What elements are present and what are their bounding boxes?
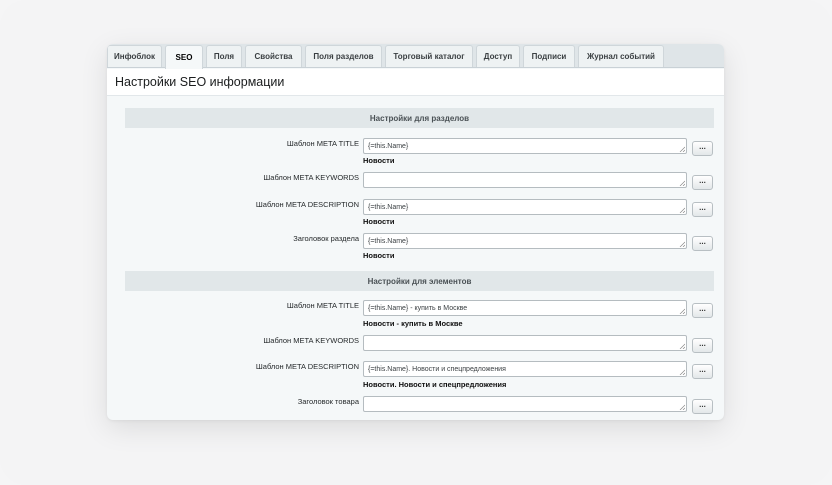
element-meta-keywords-input[interactable] <box>363 335 687 351</box>
tab-properties[interactable]: Свойства <box>245 45 302 67</box>
tab-captions[interactable]: Подписи <box>523 45 575 67</box>
label-element-meta-title: Шаблон META TITLE <box>286 301 359 310</box>
field-value: {=this.Name}. Новости и спецпредложения <box>368 366 506 373</box>
resize-grip-icon[interactable] <box>679 404 685 410</box>
iblock-settings-panel: Инфоблок SEO Поля Свойства Поля разделов… <box>107 44 724 420</box>
section-header-sections: Настройки для разделов <box>125 108 714 128</box>
page-title: Настройки SEO информации <box>115 75 285 89</box>
resize-grip-icon[interactable] <box>679 180 685 186</box>
tab-infoblock[interactable]: Инфоблок <box>107 45 162 67</box>
element-meta-description-insert-button[interactable]: ... <box>692 364 713 379</box>
element-meta-description-preview: Новости. Новости и спецпредложения <box>363 380 507 389</box>
section-header-elements: Настройки для элементов <box>125 271 714 291</box>
resize-grip-icon[interactable] <box>679 207 685 213</box>
resize-grip-icon[interactable] <box>679 369 685 375</box>
section-meta-keywords-insert-button[interactable]: ... <box>692 175 713 190</box>
element-heading-insert-button[interactable]: ... <box>692 399 713 414</box>
label-element-meta-keywords: Шаблон META KEYWORDS <box>263 336 359 345</box>
label-section-heading: Заголовок раздела <box>293 234 359 243</box>
field-value: {=this.Name} <box>368 143 409 150</box>
resize-grip-icon[interactable] <box>679 241 685 247</box>
section-heading-insert-button[interactable]: ... <box>692 236 713 251</box>
page-header: Настройки SEO информации <box>107 69 724 96</box>
field-value: {=this.Name} <box>368 238 409 245</box>
tab-seo[interactable]: SEO <box>165 45 203 69</box>
field-value: {=this.Name} - купить в Москве <box>368 305 468 312</box>
section-meta-keywords-input[interactable] <box>363 172 687 188</box>
resize-grip-icon[interactable] <box>679 343 685 349</box>
tab-section-fields[interactable]: Поля разделов <box>305 45 382 67</box>
label-element-heading: Заголовок товара <box>297 397 359 406</box>
section-meta-title-preview: Новости <box>363 156 395 165</box>
section-meta-title-insert-button[interactable]: ... <box>692 141 713 156</box>
tab-fields[interactable]: Поля <box>206 45 242 67</box>
element-meta-description-input[interactable]: {=this.Name}. Новости и спецпредложения <box>363 361 687 377</box>
section-meta-title-input[interactable]: {=this.Name} <box>363 138 687 154</box>
tab-event-log[interactable]: Журнал событий <box>578 45 664 67</box>
tab-access[interactable]: Доступ <box>476 45 520 67</box>
label-element-meta-description: Шаблон META DESCRIPTION <box>255 362 359 371</box>
label-section-meta-title: Шаблон META TITLE <box>286 139 359 148</box>
section-meta-description-insert-button[interactable]: ... <box>692 202 713 217</box>
element-meta-keywords-insert-button[interactable]: ... <box>692 338 713 353</box>
resize-grip-icon[interactable] <box>679 308 685 314</box>
section-meta-description-input[interactable]: {=this.Name} <box>363 199 687 215</box>
label-section-meta-description: Шаблон META DESCRIPTION <box>255 200 359 209</box>
section-meta-description-preview: Новости <box>363 217 395 226</box>
tab-bar: Инфоблок SEO Поля Свойства Поля разделов… <box>107 44 724 69</box>
tab-trade-catalog[interactable]: Торговый каталог <box>385 45 473 67</box>
resize-grip-icon[interactable] <box>679 146 685 152</box>
element-meta-title-insert-button[interactable]: ... <box>692 303 713 318</box>
label-section-meta-keywords: Шаблон META KEYWORDS <box>263 173 359 182</box>
section-heading-preview: Новости <box>363 251 395 260</box>
element-meta-title-preview: Новости - купить в Москве <box>363 319 463 328</box>
element-meta-title-input[interactable]: {=this.Name} - купить в Москве <box>363 300 687 316</box>
field-value: {=this.Name} <box>368 204 409 211</box>
element-heading-input[interactable] <box>363 396 687 412</box>
section-heading-input[interactable]: {=this.Name} <box>363 233 687 249</box>
